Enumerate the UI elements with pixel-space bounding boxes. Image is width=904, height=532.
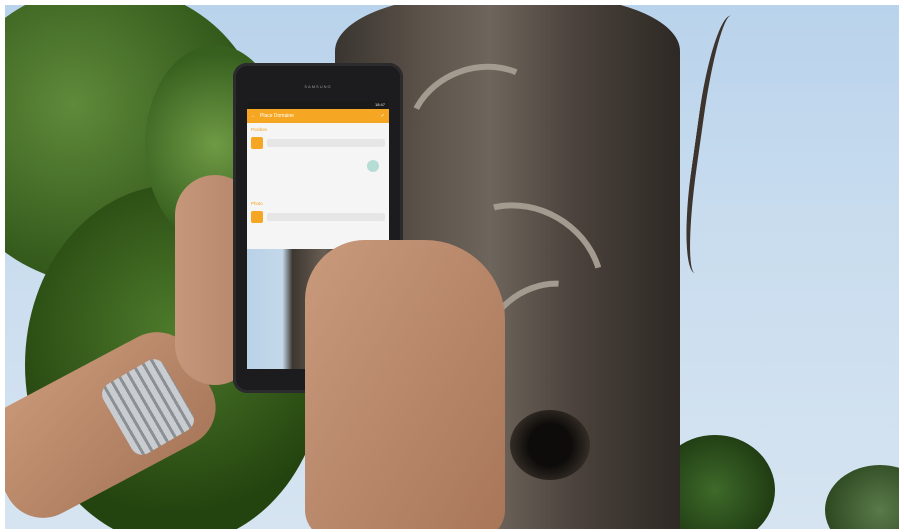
check-icon[interactable]: ✓ [381, 109, 385, 123]
section-title-photo: Photo [251, 201, 263, 206]
status-bar: 18:47 [247, 101, 389, 109]
right-hand [305, 240, 505, 529]
gps-row [247, 152, 389, 179]
coordinates-text [251, 169, 363, 176]
position-row[interactable] [247, 134, 389, 152]
photo-field[interactable] [267, 213, 385, 221]
section-title-position: Position [251, 127, 268, 132]
position-field[interactable] [267, 139, 385, 147]
app-bar: ← Place Domaine ✓ [247, 109, 389, 123]
tablet-brand: SAMSUNG [304, 84, 332, 89]
app-title: Place Domaine [260, 113, 294, 119]
camera-icon [251, 211, 263, 223]
tree-hollow [510, 410, 590, 480]
tree-foliage [825, 465, 899, 529]
photo-row[interactable] [247, 208, 389, 226]
status-time: 18:47 [374, 102, 385, 107]
back-arrow-icon[interactable]: ← [251, 109, 256, 123]
coordinates-text [251, 162, 363, 169]
coordinates-text [251, 155, 363, 162]
scene-photo: SAMSUNG 18:47 ← Place Domaine ✓ Position [5, 5, 899, 529]
branch [677, 13, 758, 277]
location-icon [251, 137, 263, 149]
gps-locate-button[interactable] [367, 159, 379, 172]
